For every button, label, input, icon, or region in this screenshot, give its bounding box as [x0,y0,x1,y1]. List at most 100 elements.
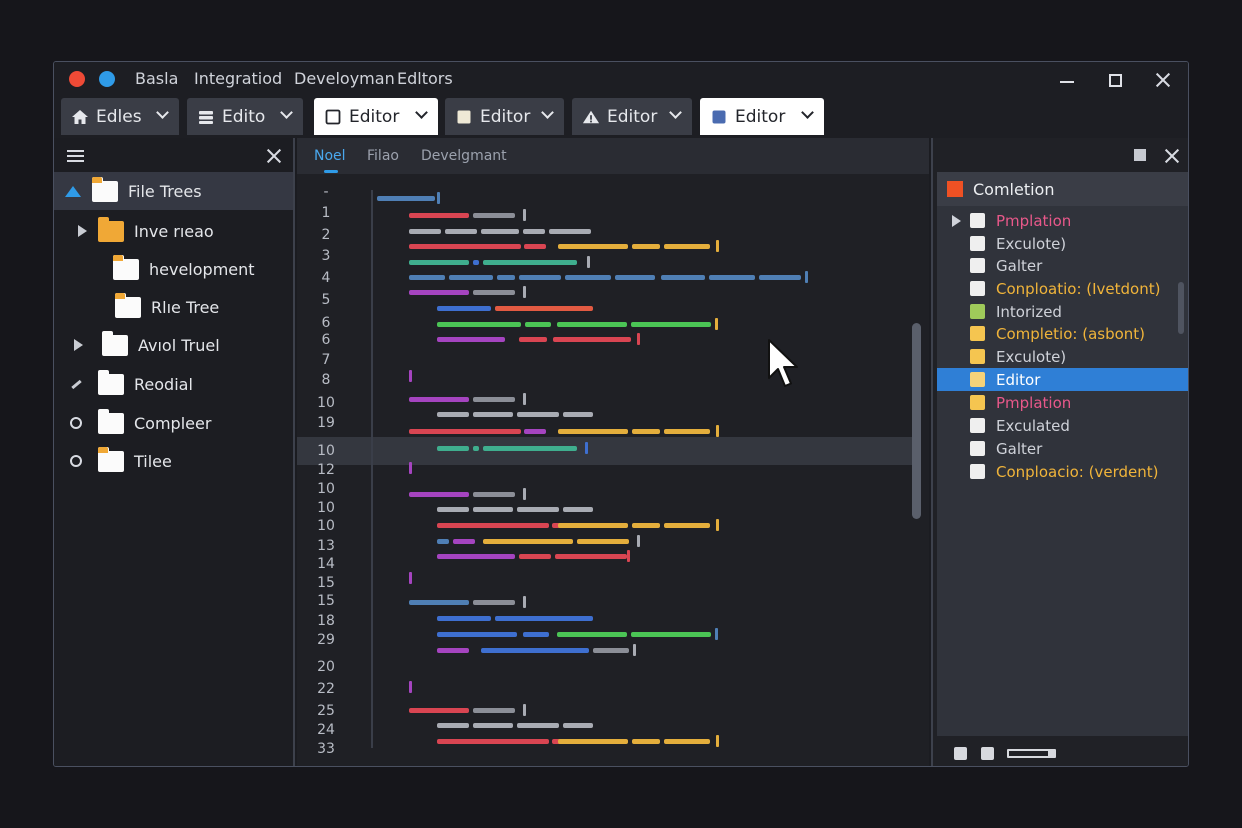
code-token [437,539,449,544]
completion-scrollbar[interactable] [1178,282,1184,334]
minimize-button[interactable] [1052,66,1082,94]
code-token [473,446,479,451]
tab-editor-2[interactable]: Editor [445,98,564,135]
completion-item[interactable]: Exculote) [937,232,1188,255]
code-bracket [633,644,636,656]
close-button[interactable] [1148,66,1178,94]
tab-label: Editor [607,106,658,127]
footer-toggle[interactable] [981,747,994,760]
completion-item-label: Intorized [996,302,1062,321]
code-editor[interactable]: Noel Filao Develgmant -1 2 3 4 5 6 6 7 8 10 19 10 12… [297,138,929,766]
close-dot[interactable] [69,71,85,87]
completion-item-icon [970,395,985,410]
close-icon[interactable] [266,148,282,164]
completion-icon [947,181,963,197]
completion-item[interactable]: Conploatio: (Ivetdont) [937,277,1188,300]
code-token [409,290,469,295]
completion-item-label: Conploatio: (Ivetdont) [996,279,1161,298]
folder-icon [115,292,141,318]
code-token [523,632,549,637]
tab-edles[interactable]: Edles [61,98,179,135]
code-token [483,539,573,544]
tab-edito[interactable]: Edito [187,98,303,135]
code-token [593,648,629,653]
code-token [565,275,611,280]
code-token [632,523,660,528]
ide-window: Basla Integratiod Develoyman Edltors Edl… [53,61,1189,767]
circle-icon [70,417,82,429]
tab-editor-active[interactable]: Editor [700,98,824,135]
circle-icon [70,455,82,467]
code-token [664,244,710,249]
tree-item[interactable]: Reodial [54,365,293,403]
code-bracket [523,704,526,716]
completion-item[interactable]: Completio: (asbont) [937,322,1188,345]
minimize-dot[interactable] [99,71,115,87]
line-number: 20 [317,659,335,675]
tree-item[interactable]: Tilee [54,442,293,480]
line-number: 24 [317,722,335,738]
maximize-button[interactable] [1100,66,1130,94]
chevron-down-icon [801,106,814,119]
tab-label: Editor [735,106,786,127]
title-word: Basla [135,69,179,88]
tab-label: Edles [96,106,142,127]
code-bracket [587,256,590,268]
code-token [615,275,655,280]
code-bracket [715,318,718,330]
expand-icon[interactable] [952,215,961,227]
completion-item[interactable]: Galter [937,254,1188,277]
tree-item-label: Rlıe Tree [151,297,220,317]
code-bracket [627,550,630,562]
close-icon[interactable] [1164,148,1180,164]
code-token [524,429,546,434]
completion-item[interactable]: Editor [937,368,1188,391]
title-word: Edltors [397,69,453,88]
editor-tab-noel[interactable]: Noel [314,148,346,164]
restore-icon[interactable] [1134,149,1146,161]
completion-item[interactable]: Pmplation [937,391,1188,414]
completion-item[interactable]: Exculated [937,414,1188,437]
editor-scrollbar[interactable] [912,323,921,519]
completion-item-icon [970,213,985,228]
code-token [664,739,710,744]
chevron-down-icon [669,106,682,119]
completion-item[interactable]: Conploacio: (verdent) [937,460,1188,483]
code-token [453,539,475,544]
line-number: 10 [317,518,335,534]
line-number: 1 [321,205,331,221]
tree-item[interactable]: Avıol Truel [54,326,293,364]
code-token [481,648,589,653]
completion-item[interactable]: Galter [937,437,1188,460]
tab-editor-3[interactable]: Editor [572,98,692,135]
completion-item-icon [970,281,985,296]
line-number: 15 [317,593,335,609]
footer-slider[interactable] [1007,749,1056,758]
tree-item[interactable]: Rlıe Tree [54,288,293,326]
collapse-icon[interactable] [65,185,81,197]
completion-item[interactable]: Pmplation [937,209,1188,232]
tree-item[interactable]: Compleer [54,404,293,442]
editor-tab-develgmant[interactable]: Develgmant [421,148,507,164]
folder-icon [98,446,124,472]
line-number: 8 [321,372,331,388]
editor-tab-filao[interactable]: Filao [367,148,399,164]
tree-item[interactable]: hevelopment [54,250,293,288]
completion-item[interactable]: Exculote) [937,345,1188,368]
expand-icon[interactable] [78,225,87,237]
expand-icon[interactable] [73,339,83,351]
completion-item[interactable]: Intorized [937,300,1188,323]
code-token [661,275,705,280]
menu-icon[interactable] [67,150,84,162]
code-token [473,723,513,728]
close-icon [1155,72,1171,88]
completion-item-icon [970,349,985,364]
line-number: 15 [317,575,335,591]
line-number: 3 [321,248,331,264]
tree-item-file-trees[interactable]: File Trees [54,172,293,210]
line-number: 18 [317,613,335,629]
tab-editor-1[interactable]: Editor [314,98,438,135]
footer-toggle[interactable] [954,747,967,760]
tree-item-label: Tilee [134,451,172,471]
tree-item[interactable]: Inve rıeao [54,212,293,250]
